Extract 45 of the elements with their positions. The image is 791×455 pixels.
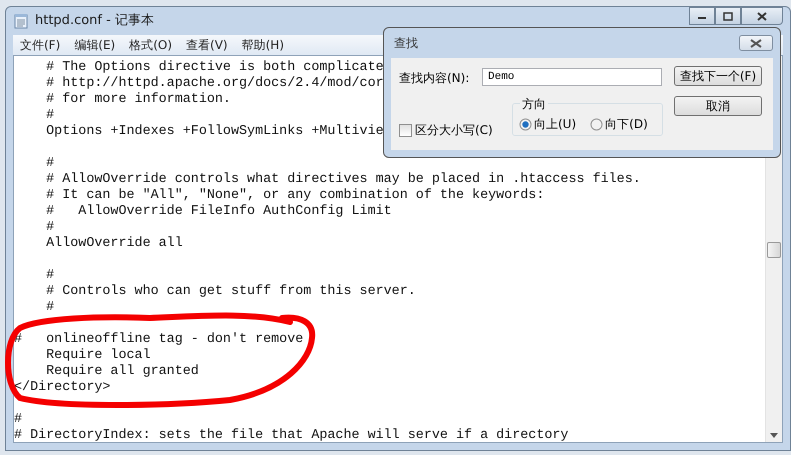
match-case-label[interactable]: 区分大小写(C) bbox=[415, 121, 493, 139]
window-title: httpd.conf - 记事本 bbox=[35, 12, 154, 30]
code-line: # bbox=[14, 412, 22, 427]
code-line: # for more information. bbox=[45, 92, 231, 107]
find-label: 查找内容(N): bbox=[399, 70, 470, 87]
close-button[interactable] bbox=[741, 7, 783, 25]
dialog-title: 查找 bbox=[394, 35, 418, 52]
radio-label[interactable]: 向上(U) bbox=[534, 115, 576, 133]
code-line: # DirectoryIndex: sets the file that Apache will serve if a directory bbox=[14, 428, 568, 442]
radio-label[interactable]: 向下(D) bbox=[605, 115, 648, 133]
match-case-checkbox[interactable] bbox=[399, 124, 412, 136]
radio-button[interactable] bbox=[519, 118, 532, 130]
code-line: Options +Indexes +FollowSymLinks +Multivie bbox=[45, 124, 384, 139]
code-line: # bbox=[45, 268, 54, 283]
code-line: # bbox=[45, 108, 54, 123]
code-line: # http://httpd.apache.org/docs/2.4/mod/cor bbox=[45, 76, 384, 91]
menu-item[interactable]: 查看(V) bbox=[179, 35, 235, 55]
menu-item[interactable]: 帮助(H) bbox=[234, 35, 291, 55]
close-icon bbox=[750, 38, 762, 48]
menu-item[interactable]: 编辑(E) bbox=[67, 35, 122, 55]
code-line: # AllowOverride controls what directives may be placed in .htaccess files. bbox=[45, 172, 641, 187]
code-line: # bbox=[45, 156, 54, 171]
code-line: # Controls who can get stuff from this server. bbox=[45, 284, 416, 299]
code-line: AllowOverride all bbox=[45, 236, 183, 251]
find-next-button[interactable]: 查找下一个(F) bbox=[674, 66, 762, 86]
maximize-button[interactable] bbox=[715, 7, 741, 25]
code-line: # AllowOverride FileInfo AuthConfig Limit bbox=[45, 204, 392, 219]
close-button[interactable] bbox=[739, 35, 773, 51]
close-icon bbox=[757, 12, 767, 20]
code-line: # It can be "All", "None", or any combination of the keywords: bbox=[45, 188, 544, 203]
code-line: # The Options directive is both complicate bbox=[45, 60, 384, 75]
minimize-button[interactable] bbox=[689, 7, 715, 25]
cancel-button[interactable]: 取消 bbox=[674, 96, 762, 116]
code-line: Require local bbox=[45, 348, 151, 363]
notepad-icon bbox=[13, 13, 29, 29]
code-line: # bbox=[45, 220, 54, 235]
menu-item[interactable]: 文件(F) bbox=[13, 35, 68, 55]
scroll-down-icon[interactable] bbox=[770, 433, 778, 438]
scroll-thumb[interactable] bbox=[767, 242, 781, 258]
find-input[interactable]: Demo bbox=[482, 68, 662, 86]
radio-button[interactable] bbox=[590, 118, 604, 130]
maximize-icon bbox=[723, 12, 733, 20]
menu-item[interactable]: 格式(O) bbox=[122, 35, 180, 55]
code-line: Require all granted bbox=[45, 364, 199, 379]
code-line: # bbox=[45, 300, 54, 315]
